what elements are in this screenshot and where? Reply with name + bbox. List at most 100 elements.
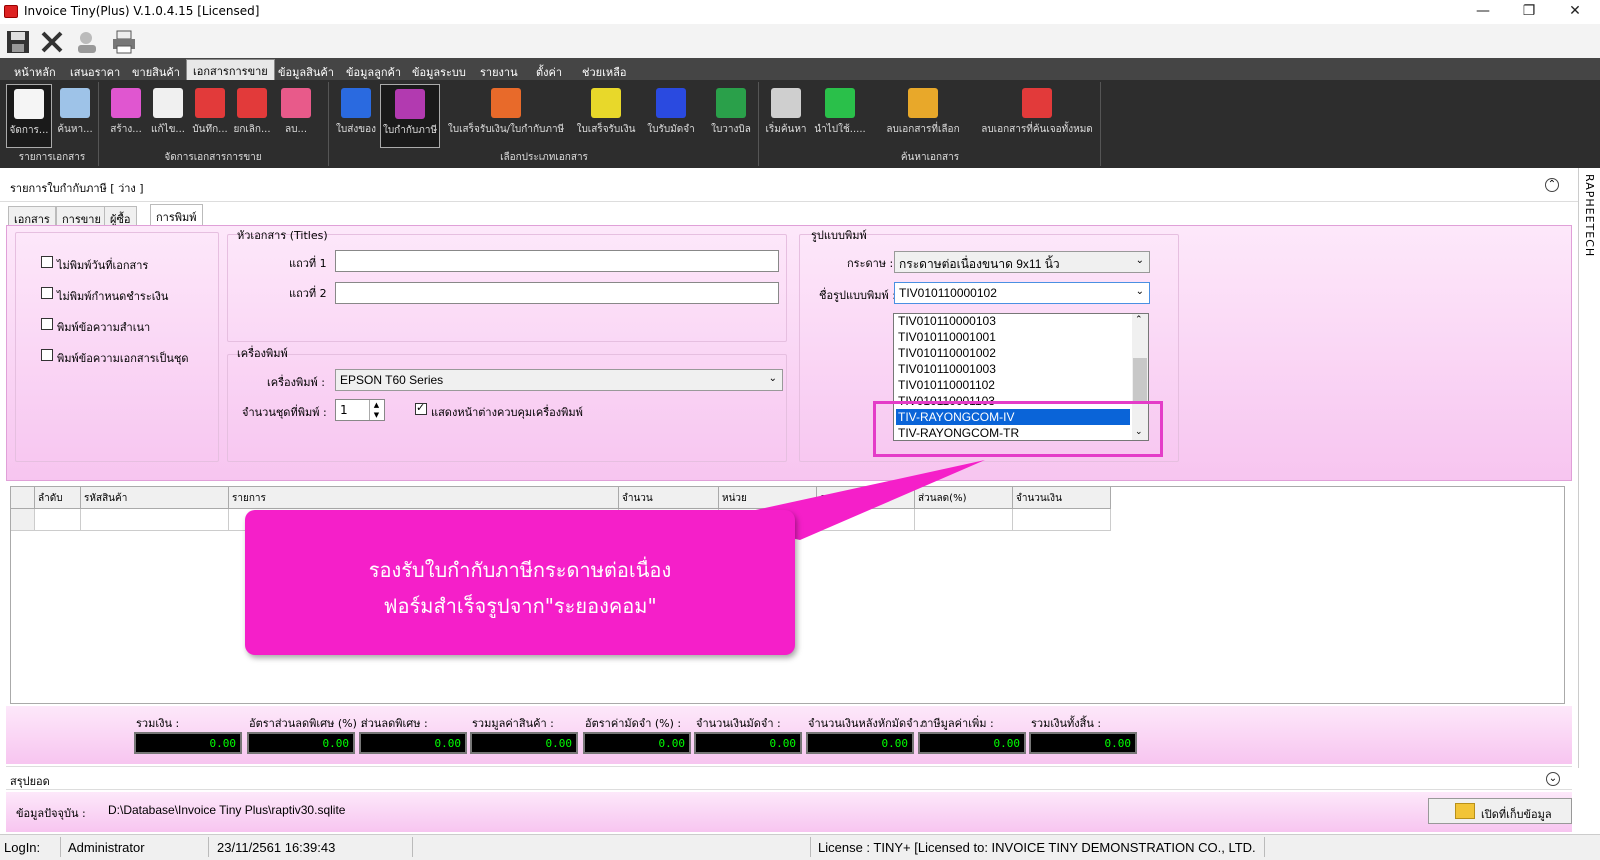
stepper-arrows-icon[interactable]: ▲ ▼ — [369, 400, 383, 420]
option-checkbox-2[interactable] — [41, 318, 53, 330]
copies-stepper[interactable]: 1 ▲ ▼ — [335, 399, 385, 421]
dropdown-option[interactable]: TIV010110001001 — [896, 329, 1130, 345]
ribbon-button-label: ค้นหา... — [57, 124, 93, 135]
total-label-5: จำนวนเงินมัดจำ : — [696, 717, 781, 730]
delete-icon — [281, 88, 311, 118]
menu-tab-1[interactable]: เสนอราคา — [64, 61, 126, 80]
collapse-down-icon[interactable]: ⌄ — [1546, 772, 1560, 786]
ribbon-button-14[interactable]: นำไปใช้..... — [812, 84, 868, 148]
dropdown-option[interactable]: TIV010110001002 — [896, 345, 1130, 361]
grid-header-4[interactable]: หน่วย — [719, 487, 817, 509]
doc-tab-2[interactable]: ผู้ซื้อ — [104, 206, 137, 226]
save-icon[interactable] — [4, 28, 32, 56]
grid-cell[interactable] — [1013, 509, 1111, 531]
ribbon-group-2: เลือกประเภทเอกสาร — [500, 152, 588, 163]
menu-tab-4[interactable]: ข้อมูลสินค้า — [272, 61, 340, 80]
menu-tab-3[interactable]: เอกสารการขาย — [186, 59, 275, 80]
dropdown-option[interactable]: TIV010110000103 — [896, 313, 1130, 329]
ribbon-button-label: ลบเอกสารที่ค้นเจอทั้งหมด — [981, 124, 1093, 135]
menu-tab-0[interactable]: หน้าหลัก — [8, 61, 62, 80]
doc-tab-0[interactable]: เอกสาร — [8, 206, 56, 226]
grid-header-1[interactable]: รหัสสินค้า — [81, 487, 229, 509]
collapse-up-icon[interactable]: ⌃ — [1545, 178, 1559, 192]
doc-tab-1[interactable]: การขาย — [56, 206, 107, 226]
grid-cell[interactable] — [35, 509, 81, 531]
ribbon-button-0[interactable]: จัดการ... — [6, 84, 52, 148]
ribbon-button-15[interactable]: ลบเอกสารที่เลือก — [874, 84, 972, 148]
ribbon-button-7[interactable]: ใบส่งของ — [334, 84, 378, 148]
printer-select-value: EPSON T60 Series — [340, 373, 444, 387]
doc-tab-3[interactable]: การพิมพ์ — [150, 204, 203, 226]
ribbon-button-label: ใบรับมัดจำ — [647, 124, 695, 135]
dep-icon — [656, 88, 686, 118]
ribbon-group-0: รายการเอกสาร — [18, 152, 86, 163]
grid-header-2[interactable]: รายการ — [229, 487, 619, 509]
title-line1-input[interactable] — [335, 250, 779, 272]
grid-cell[interactable] — [817, 509, 915, 531]
title-line2-input[interactable] — [335, 282, 779, 304]
ribbon-separator — [98, 82, 99, 166]
ribbon-button-12[interactable]: ใบวางบิล — [704, 84, 758, 148]
quick-toolbar — [0, 24, 1600, 58]
paper-select-value: กระดาษต่อเนื่องขนาด 9x11 นิ้ว — [899, 257, 1060, 271]
user-search-icon[interactable] — [74, 28, 102, 56]
option-checkbox-0[interactable] — [41, 256, 53, 268]
dl-icon — [341, 88, 371, 118]
grid-header-3[interactable]: จำนวน — [619, 487, 719, 509]
ribbon-button-2[interactable]: สร้าง... — [106, 84, 146, 148]
ribbon-button-9[interactable]: ใบเสร็จรับเงิน/ใบกำกับภาษี — [444, 84, 568, 148]
menu-tab-6[interactable]: ข้อมูลระบบ — [406, 61, 472, 80]
grid-cell[interactable] — [915, 509, 1013, 531]
rc-icon — [591, 88, 621, 118]
ribbon-button-3[interactable]: แก้ไข... — [148, 84, 188, 148]
grid-cell[interactable] — [81, 509, 229, 531]
ribbon-button-10[interactable]: ใบเสร็จรับเงิน — [572, 84, 640, 148]
ribbon-button-4[interactable]: บันทึก... — [190, 84, 230, 148]
dropdown-option[interactable]: TIV010110001003 — [896, 361, 1130, 377]
total-value-4: 0.00 — [583, 732, 691, 754]
menu-tab-8[interactable]: ตั้งค่า — [530, 61, 568, 80]
menu-tab-9[interactable]: ช่วยเหลือ — [576, 61, 632, 80]
option-label-1: ไม่พิมพ์กำหนดชำระเงิน — [57, 290, 169, 303]
option-checkbox-1[interactable] — [41, 287, 53, 299]
menu-tab-2[interactable]: ขายสินค้า — [126, 61, 186, 80]
restore-button[interactable]: ❐ — [1506, 0, 1552, 24]
summary-row: สรุปยอด ⌄ — [6, 766, 1572, 790]
menu-tab-7[interactable]: รายงาน — [474, 61, 524, 80]
close-button[interactable]: ✕ — [1552, 0, 1598, 24]
grid-header-0[interactable]: ลำดับ — [35, 487, 81, 509]
printer-icon[interactable] — [110, 28, 138, 56]
ribbon-button-6[interactable]: ลบ... — [276, 84, 316, 148]
ribbon: จัดการ... ค้นหา... สร้าง... แก้ไข... บันทึก.… — [0, 80, 1600, 168]
scrollbar-thumb[interactable] — [1133, 358, 1147, 402]
ribbon-button-5[interactable]: ยกเลิก... — [232, 84, 272, 148]
show-printer-dialog-checkbox[interactable] — [415, 401, 427, 415]
document-tabs: เอกสาร การขาย ผู้ซื้อ การพิมพ์ — [4, 204, 1574, 226]
window-title: Invoice Tiny(Plus) V.1.0.4.15 [Licensed] — [24, 4, 260, 18]
minimize-button[interactable]: — — [1460, 0, 1506, 24]
paper-select[interactable]: กระดาษต่อเนื่องขนาด 9x11 นิ้ว ⌄ — [894, 251, 1150, 273]
grid-header-5[interactable]: ราคา/หน่วย — [817, 487, 915, 509]
open-storage-button[interactable]: เปิดที่เก็บข้อมูล — [1428, 798, 1572, 824]
total-value-3: 0.00 — [470, 732, 578, 754]
grid-row-marker[interactable] — [11, 509, 35, 531]
total-label-1: อัตราส่วนลดพิเศษ (%) : — [249, 717, 365, 730]
total-label-8: รวมเงินทั้งสิ้น : — [1031, 717, 1102, 730]
ribbon-button-13[interactable]: เริ่มค้นหา — [764, 84, 808, 148]
grid-header-6[interactable]: ส่วนลด(%) — [915, 487, 1013, 509]
close-tool-icon[interactable] — [38, 28, 66, 56]
ribbon-button-1[interactable]: ค้นหา... — [52, 84, 98, 148]
ribbon-button-16[interactable]: ลบเอกสารที่ค้นเจอทั้งหมด — [976, 84, 1098, 148]
format-name-select[interactable]: TIV010110000102 ⌄ — [894, 282, 1150, 304]
option-checkbox-3[interactable] — [41, 349, 53, 361]
grid-header-7[interactable]: จำนวนเงิน — [1013, 487, 1111, 509]
copies-label: จำนวนชุดที่พิมพ์ : — [242, 406, 327, 419]
chevron-up-icon[interactable]: ⌃ — [1135, 314, 1143, 325]
dropdown-option[interactable]: TIV010110001102 — [896, 377, 1130, 393]
ribbon-button-8[interactable]: ใบกำกับภาษี — [380, 84, 440, 148]
ribbon-button-label: ใบวางบิล — [711, 124, 751, 135]
promo-callout: รองรับใบกำกับภาษีกระดาษต่อเนื่อง ฟอร์มสำ… — [245, 510, 795, 655]
printer-select[interactable]: EPSON T60 Series ⌄ — [335, 369, 783, 391]
menu-tab-5[interactable]: ข้อมูลลูกค้า — [340, 61, 407, 80]
ribbon-button-11[interactable]: ใบรับมัดจำ — [640, 84, 702, 148]
